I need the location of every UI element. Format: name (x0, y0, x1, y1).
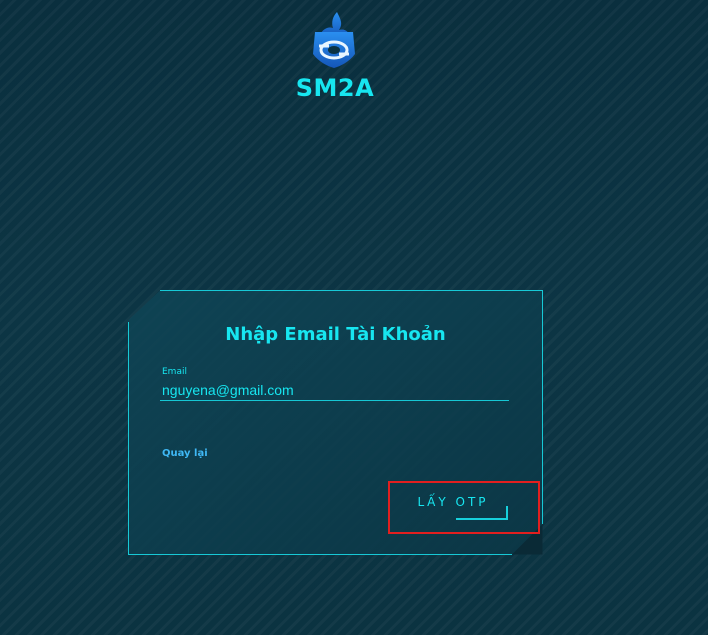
button-corner-decoration (506, 506, 508, 520)
get-otp-button[interactable]: LẤY OTP (394, 486, 512, 522)
card-title: Nhập Email Tài Khoản (225, 324, 446, 345)
sm2a-logo-icon (309, 10, 359, 70)
back-link[interactable]: Quay lại (162, 448, 208, 459)
button-underline-decoration (456, 518, 508, 520)
email-field[interactable] (160, 379, 509, 401)
get-otp-label: LẤY OTP (417, 495, 489, 509)
email-label: Email (162, 367, 187, 377)
brand-name: SM2A (295, 74, 375, 102)
